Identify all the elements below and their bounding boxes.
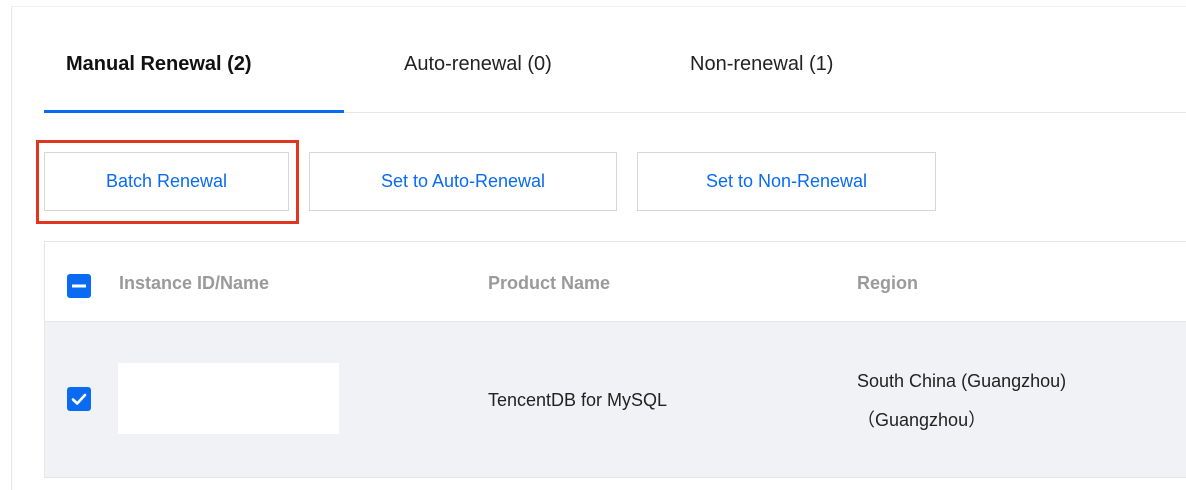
table-row[interactable]: TencentDB for MySQL South China (Guangzh…: [44, 322, 1186, 477]
panel-left-border: [11, 6, 12, 490]
row-checkbox[interactable]: [67, 387, 91, 411]
table-header: Instance ID/Name Product Name Region: [44, 241, 1186, 322]
header-region: Region: [857, 273, 918, 293]
select-all-checkbox[interactable]: [67, 274, 91, 298]
indeterminate-icon: [72, 284, 86, 288]
panel-top-border: [11, 6, 1186, 7]
redacted-instance-id: [118, 363, 339, 434]
tab-manual-renewal[interactable]: Manual Renewal (2): [66, 26, 252, 112]
checkmark-icon: [71, 393, 87, 405]
cell-region-line1: South China (Guangzhou): [857, 371, 1067, 391]
tab-non-renewal[interactable]: Non-renewal (1): [690, 26, 833, 112]
set-non-renewal-button[interactable]: Set to Non-Renewal: [637, 152, 936, 211]
batch-renewal-button[interactable]: Batch Renewal: [44, 152, 289, 211]
row-divider: [44, 477, 1186, 478]
cell-product-name: TencentDB for MySQL: [488, 390, 668, 410]
cell-region-line2: （Guangzhou）: [857, 410, 987, 430]
active-tab-indicator: [44, 110, 344, 113]
renewal-tabs: Manual Renewal (2) Auto-renewal (0) Non-…: [44, 26, 1186, 113]
tab-auto-renewal[interactable]: Auto-renewal (0): [404, 26, 552, 112]
set-auto-renewal-button[interactable]: Set to Auto-Renewal: [309, 152, 617, 211]
instance-table: Instance ID/Name Product Name Region Ten…: [44, 241, 1186, 490]
header-instance-id-name: Instance ID/Name: [119, 273, 270, 293]
renewal-management-page: Manual Renewal (2) Auto-renewal (0) Non-…: [0, 0, 1186, 490]
header-product-name: Product Name: [488, 273, 611, 293]
